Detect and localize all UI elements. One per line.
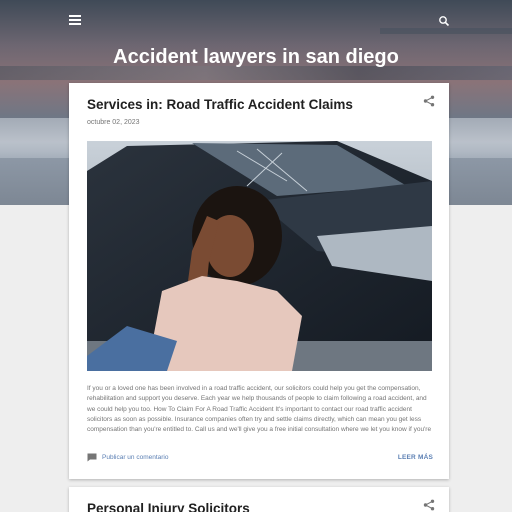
- post-card: Personal Injury Solicitors: [69, 487, 449, 512]
- hamburger-menu-icon[interactable]: [69, 15, 81, 27]
- search-icon[interactable]: [438, 15, 450, 27]
- comment-icon: [87, 453, 97, 462]
- comment-link[interactable]: Publicar un comentario: [87, 453, 168, 462]
- share-icon[interactable]: [423, 499, 435, 511]
- post-date[interactable]: octubre 02, 2023: [87, 119, 140, 126]
- blog-title[interactable]: Accident lawyers in san diego: [0, 46, 512, 69]
- post-card: Services in: Road Traffic Accident Claim…: [69, 83, 449, 479]
- post-title[interactable]: Personal Injury Solicitors: [87, 501, 250, 512]
- post-image[interactable]: [87, 141, 432, 371]
- cloud-band: [380, 28, 512, 34]
- post-title[interactable]: Services in: Road Traffic Accident Claim…: [87, 97, 353, 112]
- read-more-link[interactable]: LEER MÁS: [398, 454, 433, 461]
- accident-photo-illustration: [87, 141, 432, 371]
- comment-label: Publicar un comentario: [102, 454, 169, 461]
- post-snippet: If you or a loved one has been involved …: [87, 385, 432, 434]
- share-icon[interactable]: [423, 95, 435, 107]
